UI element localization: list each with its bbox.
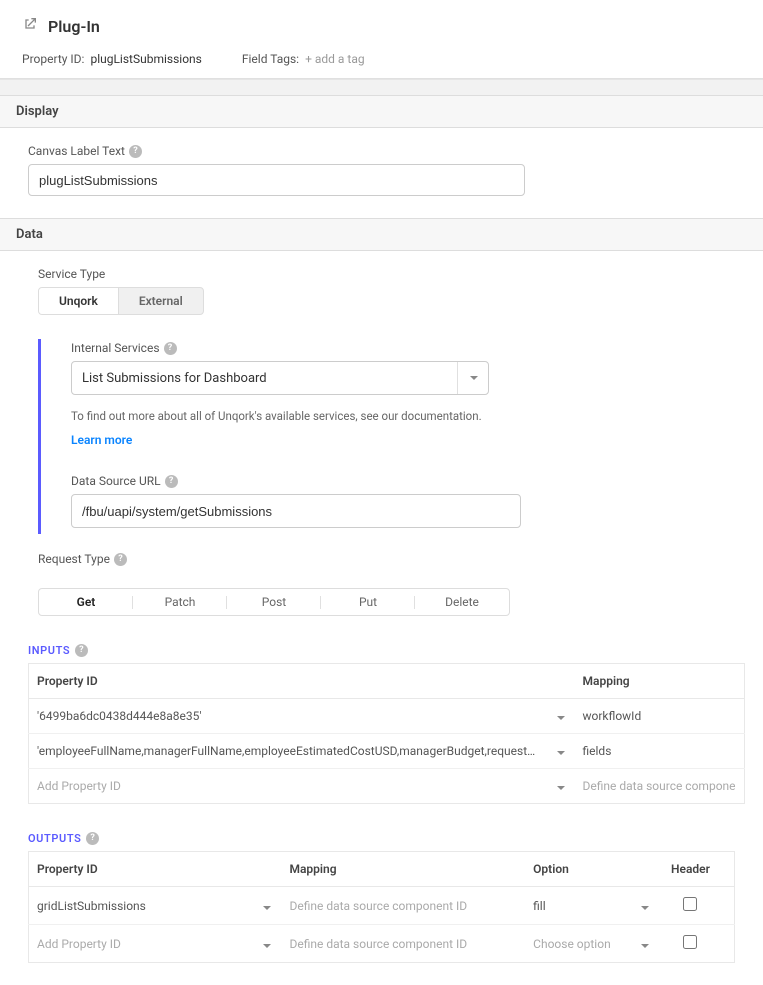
request-type-post[interactable]: Post (227, 589, 321, 615)
service-type-segmented: Unqork External (38, 287, 204, 315)
output-mapping-placeholder[interactable]: Define data source component ID (281, 925, 498, 963)
request-type-segmented: Get Patch Post Put Delete (38, 588, 510, 616)
chevron-down-icon[interactable] (263, 906, 271, 910)
chevron-down-icon[interactable] (641, 944, 649, 948)
help-icon[interactable] (129, 145, 142, 158)
display-section-header: Display (0, 95, 763, 128)
chevron-down-icon[interactable] (557, 716, 565, 720)
table-row[interactable]: Add Property ID Define data source compo… (29, 769, 745, 804)
help-icon[interactable] (164, 342, 177, 355)
chevron-down-icon[interactable] (557, 786, 565, 790)
internal-services-select[interactable]: List Submissions for Dashboard (71, 361, 489, 395)
inputs-col-mapping: Mapping (575, 664, 745, 699)
output-property-id-placeholder[interactable]: Add Property ID (29, 925, 253, 963)
output-header-checkbox[interactable] (683, 897, 697, 911)
canvas-label-text-input[interactable] (28, 164, 525, 196)
table-row[interactable]: Add Property ID Define data source compo… (29, 925, 735, 963)
output-header-checkbox[interactable] (683, 935, 697, 949)
inputs-label: INPUTS (28, 644, 70, 657)
help-icon[interactable] (114, 553, 127, 566)
service-type-external[interactable]: External (119, 288, 203, 314)
output-option-cell[interactable]: fill (525, 887, 630, 925)
component-title: Plug-In (48, 17, 100, 36)
data-section-header: Data (0, 218, 763, 251)
component-header: Plug-In Property ID: plugListSubmissions… (0, 0, 763, 79)
inputs-table: Property ID Mapping 6499ba6dc0438d444e8a… (28, 663, 745, 804)
input-property-id-cell[interactable]: 6499ba6dc0438d444e8a8e35 (29, 699, 549, 734)
help-icon[interactable] (165, 475, 178, 488)
service-type-label: Service Type (38, 267, 105, 281)
chevron-down-icon[interactable] (557, 751, 565, 755)
outputs-col-property-id: Property ID (29, 852, 253, 887)
input-mapping-placeholder[interactable]: Define data source compone (575, 769, 745, 804)
property-id-value: plugListSubmissions (90, 52, 201, 66)
table-row[interactable]: employeeFullName,managerFullName,employe… (29, 734, 745, 769)
data-source-url-input[interactable] (71, 494, 521, 528)
chevron-down-icon[interactable] (641, 906, 649, 910)
input-mapping-cell[interactable]: fields (575, 734, 745, 769)
outputs-col-header: Header (659, 852, 735, 887)
chevron-down-icon[interactable] (263, 944, 271, 948)
request-type-put[interactable]: Put (321, 589, 415, 615)
outputs-label: OUTPUTS (28, 832, 81, 845)
internal-services-label: Internal Services (71, 341, 160, 355)
inputs-col-property-id: Property ID (29, 664, 549, 699)
request-type-delete[interactable]: Delete (415, 589, 509, 615)
output-property-id-cell[interactable]: gridListSubmissions (29, 887, 253, 925)
outputs-col-option: Option (525, 852, 630, 887)
add-tag-button[interactable]: add a tag (305, 52, 365, 66)
outputs-table: Property ID Mapping Option Header gridLi… (28, 851, 735, 963)
outputs-col-mapping: Mapping (281, 852, 498, 887)
output-mapping-placeholder[interactable]: Define data source component ID (281, 887, 498, 925)
help-icon[interactable] (86, 832, 99, 845)
input-property-id-cell[interactable]: employeeFullName,managerFullName,employe… (29, 734, 549, 769)
property-id-label: Property ID: (22, 52, 84, 66)
canvas-label-text-label: Canvas Label Text (28, 144, 125, 158)
output-option-placeholder[interactable]: Choose option (525, 925, 630, 963)
learn-more-link[interactable]: Learn more (71, 433, 132, 447)
popout-icon[interactable] (22, 16, 38, 36)
request-type-get[interactable]: Get (39, 589, 133, 615)
data-source-url-label: Data Source URL (71, 474, 161, 488)
request-type-patch[interactable]: Patch (133, 589, 227, 615)
field-tags-label: Field Tags: (242, 52, 299, 66)
table-row[interactable]: gridListSubmissions Define data source c… (29, 887, 735, 925)
service-type-unqork[interactable]: Unqork (39, 288, 119, 314)
input-property-id-placeholder[interactable]: Add Property ID (29, 769, 549, 804)
request-type-label: Request Type (38, 552, 110, 566)
internal-services-value: List Submissions for Dashboard (82, 371, 267, 386)
documentation-text: To find out more about all of Unqork's a… (71, 409, 735, 423)
table-row[interactable]: 6499ba6dc0438d444e8a8e35 workflowId (29, 699, 745, 734)
input-mapping-cell[interactable]: workflowId (575, 699, 745, 734)
help-icon[interactable] (75, 644, 88, 657)
chevron-down-icon (470, 376, 478, 380)
